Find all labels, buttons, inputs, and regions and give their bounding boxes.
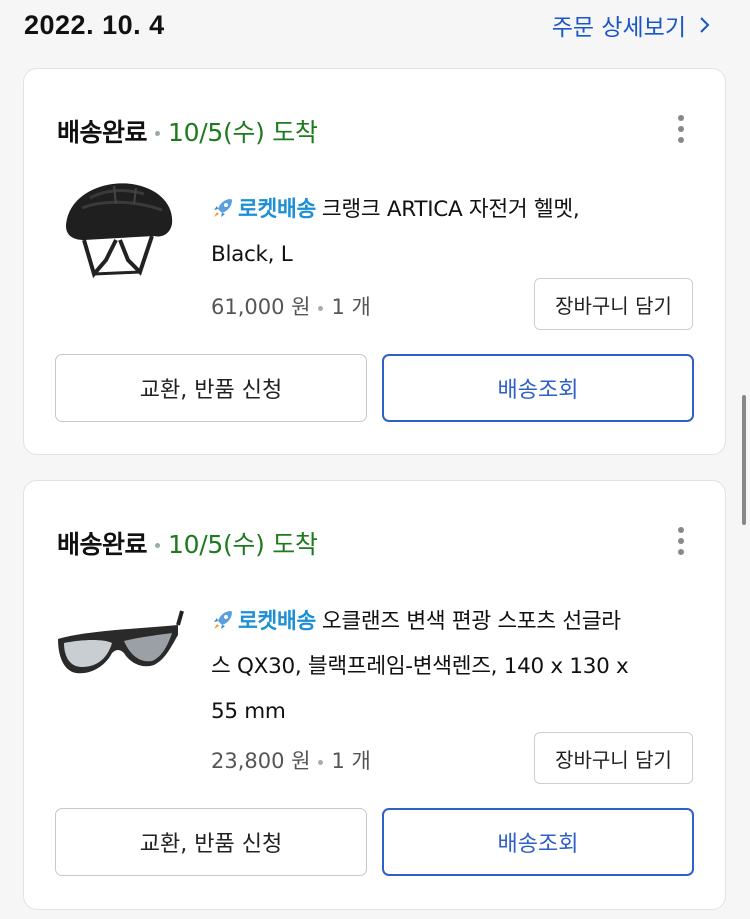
order-item-card: 배송완료 10/5(수) 도착 로켓배송크랭크 ARTICA 자전거 헬멧, bbox=[23, 68, 726, 455]
product-title-line2: Black, L bbox=[211, 242, 293, 267]
separator-dot bbox=[155, 542, 161, 548]
product-title[interactable]: 로켓배송 오클랜즈 변색 편광 스포츠 선글라 스 QX30, 블랙프레임-변색렌… bbox=[211, 599, 691, 734]
price-row: 61,000 원 1 개 bbox=[211, 291, 371, 321]
more-options-icon[interactable] bbox=[661, 109, 701, 149]
chevron-right-icon bbox=[700, 17, 710, 33]
add-to-cart-button[interactable]: 장바구니 담기 bbox=[534, 278, 693, 330]
product-info: 로켓배송 오클랜즈 변색 편광 스포츠 선글라 스 QX30, 블랙프레임-변색렌… bbox=[211, 599, 691, 734]
more-options-icon[interactable] bbox=[661, 521, 701, 561]
product-title-line3: 55 mm bbox=[211, 699, 286, 724]
product-quantity: 1 개 bbox=[331, 749, 371, 773]
exchange-return-button[interactable]: 교환, 반품 신청 bbox=[55, 354, 367, 422]
product-price: 61,000 원 bbox=[211, 295, 311, 319]
order-header: 2022. 10. 4 주문 상세보기 bbox=[0, 0, 750, 60]
order-item-card: 배송완료 10/5(수) 도착 로켓배송 오클랜즈 변색 편광 스포츠 선글라 스… bbox=[23, 480, 726, 910]
order-date: 2022. 10. 4 bbox=[24, 10, 165, 40]
rocket-delivery-label: 로켓배송 bbox=[238, 609, 316, 634]
separator-dot bbox=[155, 130, 161, 136]
product-quantity: 1 개 bbox=[331, 295, 371, 319]
product-title-line2: 스 QX30, 블랙프레임-변색렌즈, 140 x 130 x bbox=[211, 654, 629, 679]
order-detail-label: 주문 상세보기 bbox=[551, 15, 686, 41]
delivery-tracking-button[interactable]: 배송조회 bbox=[382, 808, 694, 876]
delivery-status: 배송완료 bbox=[57, 530, 148, 559]
product-title-line1: 오클랜즈 변색 편광 스포츠 선글라 bbox=[321, 609, 621, 634]
arrival-date: 10/5(수) 도착 bbox=[168, 530, 318, 559]
product-price: 23,800 원 bbox=[211, 749, 311, 773]
sports-sunglasses-image bbox=[58, 610, 184, 674]
exchange-return-button[interactable]: 교환, 반품 신청 bbox=[55, 808, 367, 876]
bicycle-helmet-image bbox=[66, 183, 173, 279]
separator-dot bbox=[318, 305, 324, 311]
product-title[interactable]: 로켓배송 크랭크 ARTICA 자전거 헬멧, Black, L bbox=[211, 187, 691, 277]
arrival-date: 10/5(수) 도착 bbox=[168, 118, 318, 147]
add-to-cart-button[interactable]: 장바구니 담기 bbox=[534, 732, 693, 784]
order-page: 2022. 10. 4 주문 상세보기 배송완료 10/5(수) 도착 로켓배송… bbox=[0, 0, 750, 919]
product-title-line1: 크랭크 ARTICA 자전거 헬멧, bbox=[321, 197, 580, 222]
delivery-status-row: 배송완료 10/5(수) 도착 bbox=[57, 113, 318, 149]
rocket-delivery-label: 로켓배송 bbox=[238, 197, 316, 222]
order-detail-link[interactable]: 주문 상세보기 bbox=[552, 8, 714, 42]
product-info: 로켓배송 크랭크 ARTICA 자전거 헬멧, Black, L bbox=[211, 187, 691, 277]
separator-dot bbox=[318, 759, 324, 765]
delivery-status: 배송완료 bbox=[57, 118, 148, 147]
rocket-icon bbox=[214, 611, 232, 629]
scrollbar[interactable] bbox=[742, 395, 746, 525]
rocket-icon bbox=[214, 199, 232, 217]
price-row: 23,800 원 1 개 bbox=[211, 745, 371, 775]
delivery-tracking-button[interactable]: 배송조회 bbox=[382, 354, 694, 422]
delivery-status-row: 배송완료 10/5(수) 도착 bbox=[57, 525, 318, 561]
